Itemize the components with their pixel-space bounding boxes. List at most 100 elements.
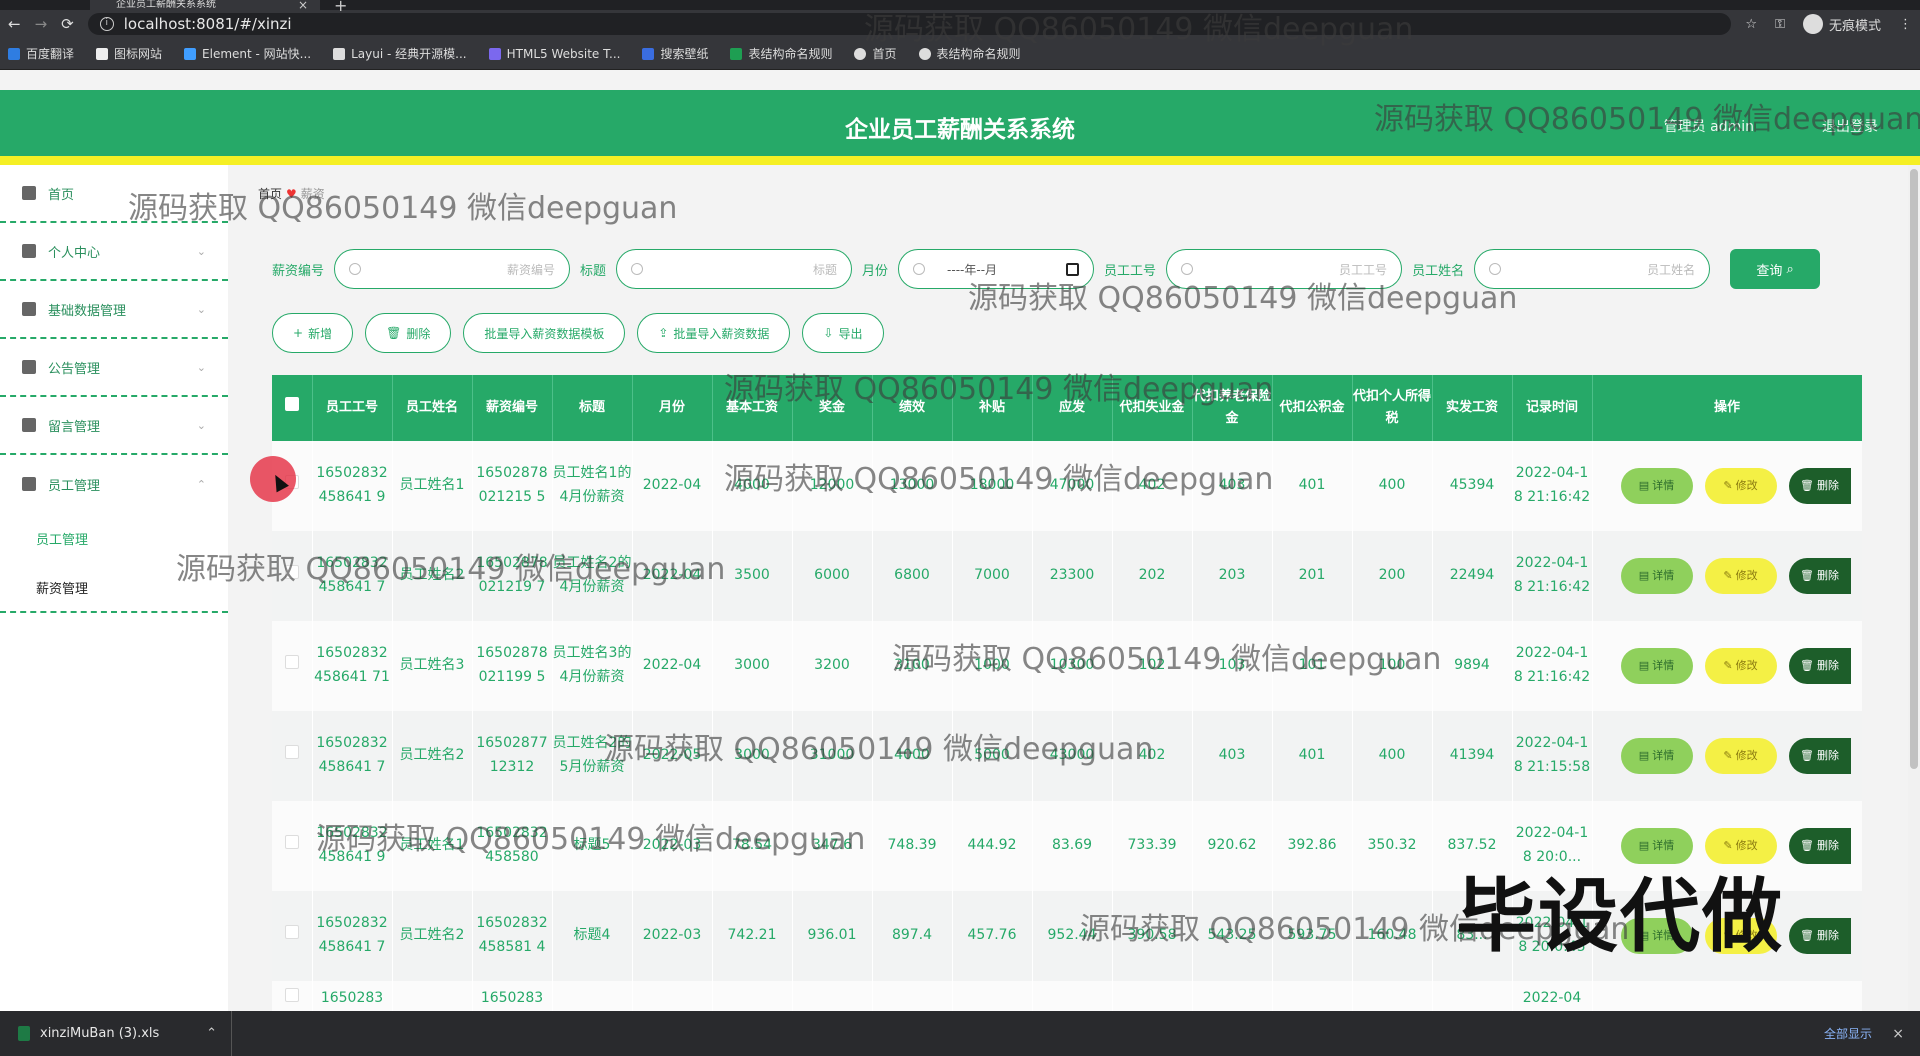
table-cell-base	[712, 981, 793, 1015]
table-row[interactable]: 16502832458641 7 员工姓名2 16502832458581 4 标题4…	[272, 891, 1862, 981]
back-icon[interactable]: ←	[8, 15, 21, 33]
sidebar-item-profile[interactable]: 个人中心 ⌄	[0, 223, 228, 281]
sidebar-subitem-employee[interactable]: 员工管理	[0, 513, 228, 563]
table-row[interactable]: 16502832458641 7 员工姓名2 1650287712312 员工姓名2的…	[272, 711, 1862, 801]
row-checkbox[interactable]	[284, 565, 299, 580]
row-checkbox[interactable]	[284, 655, 299, 670]
detail-button[interactable]: ▤ 详情	[1620, 918, 1693, 954]
table-row[interactable]: 16502832458641 71 员工姓名3 16502878021199 5 员工…	[272, 621, 1862, 711]
bookmark-item[interactable]: Layui - 经典开源模...	[333, 45, 467, 62]
import-template-label: 批量导入薪资数据模板	[484, 326, 605, 341]
edit-button[interactable]: ✎ 修改	[1704, 468, 1777, 504]
bookmark-item[interactable]: Element - 网站快...	[184, 45, 311, 62]
table-cell-pension: 403	[1192, 441, 1273, 531]
logout-link[interactable]: 退出登录	[1822, 116, 1878, 136]
row-checkbox[interactable]	[284, 745, 299, 760]
sidebar-item-label: 员工管理	[48, 478, 101, 494]
edit-button[interactable]: ✎ 修改	[1704, 918, 1777, 954]
delete-button[interactable]: 🗑 删除	[365, 313, 452, 353]
browser-tab[interactable]: 企业员工薪酬关系系统	[90, 0, 320, 10]
import-button[interactable]: ⇪ 批量导入薪资数据	[637, 313, 791, 353]
table-row[interactable]: 1650283 1650283 2022-04	[272, 981, 1862, 1015]
key-icon[interactable]: ⚿	[1775, 17, 1785, 32]
edit-button[interactable]: ✎ 修改	[1704, 738, 1777, 774]
edit-button[interactable]: ✎ 修改	[1704, 648, 1777, 684]
scrollbar-thumb[interactable]	[1910, 169, 1918, 769]
row-delete-button[interactable]: 🗑 删除	[1788, 918, 1851, 954]
bookmark-item[interactable]: 首页	[854, 45, 897, 62]
table-cell-name: 员工姓名3	[392, 621, 473, 711]
month-input[interactable]: ----年--月	[898, 249, 1095, 289]
select-all-checkbox[interactable]	[284, 396, 299, 411]
detail-button[interactable]: ▤ 详情	[1620, 558, 1693, 594]
title-input[interactable]: 标题	[616, 249, 853, 289]
bookmark-item[interactable]: 表结构命名规则	[730, 45, 832, 62]
star-icon[interactable]: ☆	[1745, 17, 1757, 32]
row-delete-button[interactable]: 🗑 删除	[1788, 648, 1851, 684]
table-row[interactable]: 16502832458641 7 员工姓名2 16502878021219 7 员工姓…	[272, 531, 1862, 621]
table-cell-fund: 101	[1272, 621, 1353, 711]
detail-button[interactable]: ▤ 详情	[1620, 828, 1693, 864]
forward-icon[interactable]: →	[35, 15, 48, 33]
bookmark-label: 表结构命名规则	[748, 47, 833, 61]
emp-no-input[interactable]: 员工工号	[1166, 249, 1403, 289]
query-button[interactable]: 查询 ⌕	[1730, 249, 1821, 289]
row-checkbox[interactable]	[284, 925, 299, 940]
row-checkbox[interactable]	[284, 835, 299, 850]
sidebar-subitem-salary[interactable]: 薪资管理	[0, 563, 228, 613]
import-template-button[interactable]: 批量导入薪资数据模板	[463, 313, 626, 353]
row-delete-button[interactable]: 🗑 删除	[1788, 558, 1851, 594]
bookmark-item[interactable]: 表结构命名规则	[918, 45, 1021, 62]
row-select-cell[interactable]	[272, 531, 313, 621]
sidebar-item-employee[interactable]: 员工管理 ⌃	[0, 455, 228, 513]
chevron-up-icon[interactable]: ⌃	[206, 1026, 217, 1041]
table-row[interactable]: 16502832458641 9 员工姓名1 16502878021215 5 员工姓…	[272, 441, 1862, 531]
incognito-indicator[interactable]: 无痕模式	[1802, 14, 1881, 34]
row-select-cell[interactable]	[272, 891, 313, 981]
show-all-downloads[interactable]: 全部显示	[1824, 1025, 1872, 1042]
flag-icon	[22, 418, 36, 432]
upload-icon: ⇪	[658, 326, 669, 340]
site-info-icon[interactable]: i	[99, 17, 114, 31]
col-header: 月份	[632, 375, 713, 441]
page-scrollbar[interactable]	[1908, 165, 1920, 1011]
row-checkbox[interactable]	[284, 988, 299, 1002]
export-button[interactable]: ⇩ 导出	[802, 313, 884, 353]
search-icon	[913, 263, 926, 275]
close-icon[interactable]: ×	[1892, 1026, 1904, 1042]
detail-button[interactable]: ▤ 详情	[1620, 738, 1693, 774]
edit-button[interactable]: ✎ 修改	[1704, 558, 1777, 594]
row-select-cell[interactable]	[272, 711, 313, 801]
sidebar-item-base-data[interactable]: 基础数据管理 ⌄	[0, 281, 228, 339]
edit-button[interactable]: ✎ 修改	[1704, 828, 1777, 864]
row-select-cell[interactable]	[272, 801, 313, 891]
row-select-cell[interactable]	[272, 981, 313, 1015]
reload-icon[interactable]: ⟳	[61, 15, 74, 33]
detail-button[interactable]: ▤ 详情	[1620, 648, 1693, 684]
salary-no-input[interactable]: 薪资编号	[334, 249, 571, 289]
new-tab-icon[interactable]: +	[334, 0, 347, 15]
bookmark-item[interactable]: HTML5 Website T...	[488, 47, 620, 61]
breadcrumb-home[interactable]: 首页	[258, 187, 282, 201]
detail-button[interactable]: ▤ 详情	[1620, 468, 1693, 504]
sidebar-item-home[interactable]: 首页	[0, 165, 228, 223]
row-delete-button[interactable]: 🗑 删除	[1788, 738, 1851, 774]
download-item[interactable]: xinziMuBan (3).xls ⌃	[0, 1011, 232, 1056]
bookmark-item[interactable]: 百度翻译	[8, 45, 74, 62]
bookmark-item[interactable]: 搜索壁纸	[642, 45, 708, 62]
row-delete-button[interactable]: 🗑 删除	[1788, 468, 1851, 504]
table-row[interactable]: 16502832458641 9 员工姓名1 16502832458580 标题5 20…	[272, 801, 1862, 891]
calendar-icon[interactable]	[1066, 262, 1080, 276]
add-button[interactable]: + 新增	[272, 313, 354, 353]
table-cell-name	[392, 981, 473, 1015]
row-select-cell[interactable]	[272, 621, 313, 711]
url-field[interactable]: i localhost:8081/#/xinzi	[87, 13, 1732, 35]
sidebar-item-message[interactable]: 留言管理 ⌄	[0, 397, 228, 455]
emp-name-input[interactable]: 员工姓名	[1474, 249, 1711, 289]
menu-icon[interactable]: ⋮	[1899, 17, 1912, 32]
tab-close-icon[interactable]: ×	[298, 0, 308, 12]
row-delete-button[interactable]: 🗑 删除	[1788, 828, 1851, 864]
sidebar-item-notice[interactable]: 公告管理 ⌄	[0, 339, 228, 397]
bookmark-item[interactable]: 图标网站	[96, 45, 162, 62]
select-all-cell[interactable]	[272, 375, 313, 441]
